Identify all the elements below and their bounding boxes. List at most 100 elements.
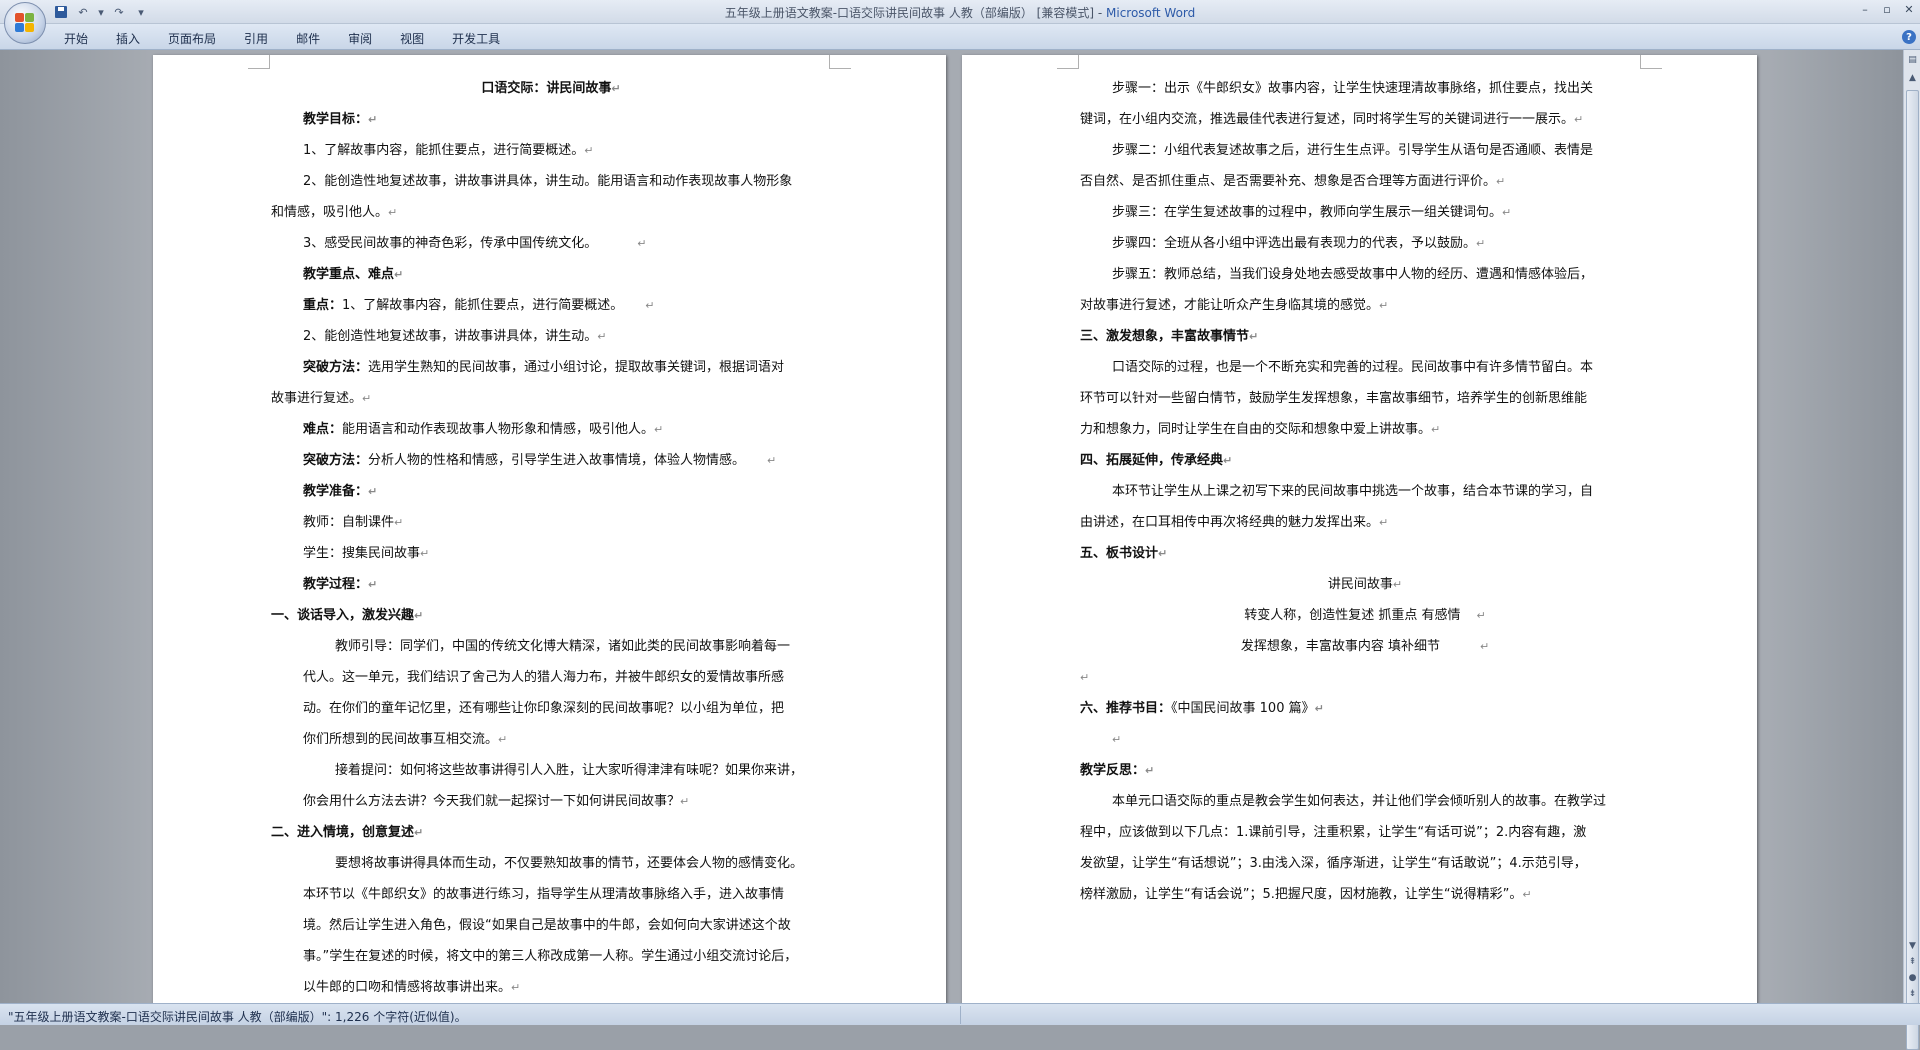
- paragraph: 动。在你们的童年记忆里，还有哪些让你印象深刻的民间故事呢？以小组为单位，把: [303, 701, 785, 716]
- section-heading: 二、进入情境，创意复述↵: [271, 825, 424, 840]
- paragraph: 步骤五：教师总结，当我们设身处地去感受故事中人物的经历、遭遇和情感体验后，: [1112, 267, 1594, 282]
- tab-review[interactable]: 审阅: [334, 28, 386, 48]
- office-button[interactable]: [4, 2, 46, 44]
- document-workspace[interactable]: 口语交际：讲民间故事↵ 教学目标：↵ 1、了解故事内容，能抓住要点，进行简要概述…: [0, 50, 1920, 1003]
- paragraph: 由讲述，在口耳相传中再次将经典的魅力发挥出来。↵: [1080, 515, 1389, 530]
- paragraph: 本环节让学生从上课之初写下来的民间故事中挑选一个故事，结合本节课的学习，自: [1112, 484, 1594, 499]
- help-icon[interactable]: ?: [1902, 30, 1916, 44]
- tab-developer[interactable]: 开发工具: [438, 28, 514, 48]
- board-line: 转变人称，创造性复述 抓重点 有感情 ↵: [1244, 608, 1486, 623]
- browse-object-icon[interactable]: ●: [1905, 970, 1920, 985]
- paragraph: 榜样激励，让学生“有话会说”；5.把握尺度，因材施教，让学生“说得精彩”。↵: [1080, 887, 1532, 902]
- paragraph: 重点：1、了解故事内容，能抓住要点，进行简要概述。 ↵: [303, 298, 655, 313]
- section-heading: 五、板书设计↵: [1080, 546, 1168, 561]
- paragraph: 步骤二：小组代表复述故事之后，进行生生点评。引导学生从语句是否通顺、表情是: [1112, 143, 1594, 158]
- minimize-button[interactable]: –: [1854, 0, 1876, 18]
- ribbon-tabs: 开始 插入 页面布局 引用 邮件 审阅 视图 开发工具: [50, 28, 514, 48]
- section-heading: 一、谈话导入，激发兴趣↵: [271, 608, 424, 623]
- paragraph: 教师：自制课件↵: [303, 515, 404, 530]
- paragraph: 教学准备：↵: [303, 484, 378, 499]
- paragraph: 教学重点、难点↵: [303, 267, 404, 282]
- paragraph: 键词，在小组内交流，推选最佳代表进行复述，同时将学生写的关键词进行一一展示。↵: [1080, 112, 1584, 127]
- paragraph: 3、感受民间故事的神奇色彩，传承中国传统文化。 ↵: [303, 236, 647, 251]
- paragraph: 和情感，吸引他人。↵: [271, 205, 398, 220]
- section-heading: 四、拓展延伸，传承经典↵: [1080, 453, 1233, 468]
- paragraph: 以牛郎的口吻和情感将故事讲出来。↵: [303, 980, 521, 995]
- ribbon: 开始 插入 页面布局 引用 邮件 审阅 视图 开发工具 ?: [0, 24, 1920, 50]
- window-controls: – ▫ ✕: [1854, 0, 1920, 18]
- paragraph: 力和想象力，同时让学生在自由的交际和想象中爱上讲故事。↵: [1080, 422, 1441, 437]
- title-bar: ↶ ▾ ↷ ▾ 五年级上册语文教案-口语交际讲民间故事 人教（部编版） [兼容模…: [0, 0, 1920, 24]
- paragraph: 教师引导：同学们，中国的传统文化博大精深，诸如此类的民间故事影响着每一: [335, 639, 791, 654]
- minimize-icon: –: [1862, 2, 1868, 16]
- word-count-status[interactable]: "五年级上册语文教案-口语交际讲民间故事 人教（部编版）": 1,226 个字符…: [8, 1008, 467, 1025]
- margin-marker: [829, 55, 851, 69]
- paragraph: 接着提问：如何将这些故事讲得引人入胜，让大家听得津津有味呢？如果你来讲，: [335, 763, 804, 778]
- paragraph: 本环节以《牛郎织女》的故事进行练习，指导学生从理清故事脉络入手，进入故事情: [303, 887, 785, 902]
- close-icon: ✕: [1904, 2, 1914, 16]
- section-heading: 三、激发想象，丰富故事情节↵: [1080, 329, 1259, 344]
- document-heading: 口语交际：讲民间故事↵: [481, 81, 621, 96]
- paragraph: 程中，应该做到以下几点：1.课前引导，注重积累，让学生“有话可说”；2.内容有趣…: [1080, 825, 1587, 840]
- tab-references[interactable]: 引用: [230, 28, 282, 48]
- paragraph: 要想将故事讲得具体而生动，不仅要熟知故事的情节，还要体会人物的感情变化。: [335, 856, 804, 871]
- window-title: 五年级上册语文教案-口语交际讲民间故事 人教（部编版） [兼容模式] - Mic…: [0, 4, 1920, 21]
- scroll-up-icon[interactable]: ▲: [1905, 70, 1920, 85]
- paragraph: 教学过程：↵: [303, 577, 378, 592]
- page-text: 步骤一：出示《牛郎织女》故事内容，让学生快速理清故事脉络，抓住要点，找出关 键词…: [1080, 73, 1650, 910]
- ruler-toggle-icon[interactable]: ▤: [1905, 52, 1920, 67]
- paragraph: 否自然、是否抓住重点、是否需要补充、想象是否合理等方面进行评价。↵: [1080, 174, 1506, 189]
- vertical-scrollbar[interactable]: ▤ ▲ ▼ ⇞ ● ⇟: [1903, 50, 1920, 1050]
- paragraph: 突破方法：分析人物的性格和情感，引导学生进入故事情境，体验人物情感。 ↵: [303, 453, 777, 468]
- paragraph: 步骤四：全班从各小组中评选出最有表现力的代表，予以鼓励。↵: [1112, 236, 1486, 251]
- paragraph: 学生：搜集民间故事↵: [303, 546, 430, 561]
- document-page-2[interactable]: 步骤一：出示《牛郎织女》故事内容，让学生快速理清故事脉络，抓住要点，找出关 键词…: [962, 55, 1757, 1003]
- tab-home[interactable]: 开始: [50, 28, 102, 48]
- paragraph: 难点：能用语言和动作表现故事人物形象和情感，吸引他人。↵: [303, 422, 664, 437]
- paragraph: 环节可以针对一些留白情节，鼓励学生发挥想象，丰富故事细节，培养学生的创新思维能: [1080, 391, 1588, 406]
- paragraph: 2、能创造性地复述故事，讲故事讲具体，讲生动。↵: [303, 329, 607, 344]
- document-page-1[interactable]: 口语交际：讲民间故事↵ 教学目标：↵ 1、了解故事内容，能抓住要点，进行简要概述…: [153, 55, 946, 1003]
- paragraph: 故事进行复述。↵: [271, 391, 372, 406]
- empty-paragraph: ↵: [1112, 733, 1122, 746]
- paragraph: 步骤三：在学生复述故事的过程中，教师向学生展示一组关键词句。↵: [1112, 205, 1512, 220]
- paragraph: 口语交际的过程，也是一个不断充实和完善的过程。民间故事中有许多情节留白。本: [1112, 360, 1594, 375]
- close-button[interactable]: ✕: [1898, 0, 1920, 18]
- next-page-icon[interactable]: ⇟: [1905, 986, 1920, 1001]
- paragraph: 教学目标：↵: [303, 112, 378, 127]
- paragraph: 1、了解故事内容，能抓住要点，进行简要概述。↵: [303, 143, 594, 158]
- section-heading: 教学反思：↵: [1080, 763, 1155, 778]
- previous-page-icon[interactable]: ⇞: [1905, 954, 1920, 969]
- empty-paragraph: ↵: [1080, 671, 1090, 684]
- office-logo-icon: [15, 13, 35, 33]
- paragraph: 代人。这一单元，我们结识了舍己为人的猎人海力布，并被牛郎织女的爱情故事所感: [303, 670, 785, 685]
- paragraph: 步骤一：出示《牛郎织女》故事内容，让学生快速理清故事脉络，抓住要点，找出关: [1112, 81, 1594, 96]
- paragraph: 2、能创造性地复述故事，讲故事讲具体，讲生动。能用语言和动作表现故事人物形象: [303, 174, 793, 189]
- tab-view[interactable]: 视图: [386, 28, 438, 48]
- scroll-down-icon[interactable]: ▼: [1905, 938, 1920, 953]
- margin-marker: [1057, 55, 1079, 69]
- tab-mailings[interactable]: 邮件: [282, 28, 334, 48]
- tab-page-layout[interactable]: 页面布局: [154, 28, 230, 48]
- status-divider: [960, 1006, 961, 1024]
- paragraph: 突破方法：选用学生熟知的民间故事，通过小组讨论，提取故事关键词，根据词语对: [303, 360, 785, 375]
- document-title: 五年级上册语文教案-口语交际讲民间故事 人教（部编版） [兼容模式] -: [724, 6, 1106, 20]
- paragraph: 发欲望，让学生“有话想说”；3.由浅入深，循序渐进，让学生“有话敢说”；4.示范…: [1080, 856, 1587, 871]
- paragraph: 事。”学生在复述的时候，将文中的第三人称改成第一人称。学生通过小组交流讨论后，: [303, 949, 798, 964]
- paragraph: 本单元口语交际的重点是教会学生如何表达，并让他们学会倾听别人的故事。在教学过: [1112, 794, 1607, 809]
- scroll-thumb[interactable]: [1906, 90, 1919, 1050]
- section-heading: 六、推荐书目：《中国民间故事 100 篇》↵: [1080, 701, 1324, 716]
- paragraph: 对故事进行复述，才能让听众产生身临其境的感觉。↵: [1080, 298, 1389, 313]
- maximize-icon: ▫: [1883, 2, 1891, 16]
- board-line: 发挥想象，丰富故事内容 填补细节 ↵: [1240, 639, 1490, 654]
- status-bar: "五年级上册语文教案-口语交际讲民间故事 人教（部编版）": 1,226 个字符…: [0, 1003, 1920, 1025]
- page-text: 口语交际：讲民间故事↵ 教学目标：↵ 1、了解故事内容，能抓住要点，进行简要概述…: [271, 73, 831, 1003]
- margin-marker: [1640, 55, 1662, 69]
- tab-insert[interactable]: 插入: [102, 28, 154, 48]
- paragraph: 境。然后让学生进入角色，假设“如果自己是故事中的牛郎，会如何向大家讲述这个故: [303, 918, 791, 933]
- board-title: 讲民间故事↵: [1327, 577, 1403, 592]
- paragraph: 你们所想到的民间故事互相交流。↵: [303, 732, 508, 747]
- paragraph: 你会用什么方法去讲？今天我们就一起探讨一下如何讲民间故事？↵: [303, 794, 690, 809]
- app-name: Microsoft Word: [1106, 6, 1196, 20]
- maximize-button[interactable]: ▫: [1876, 0, 1898, 18]
